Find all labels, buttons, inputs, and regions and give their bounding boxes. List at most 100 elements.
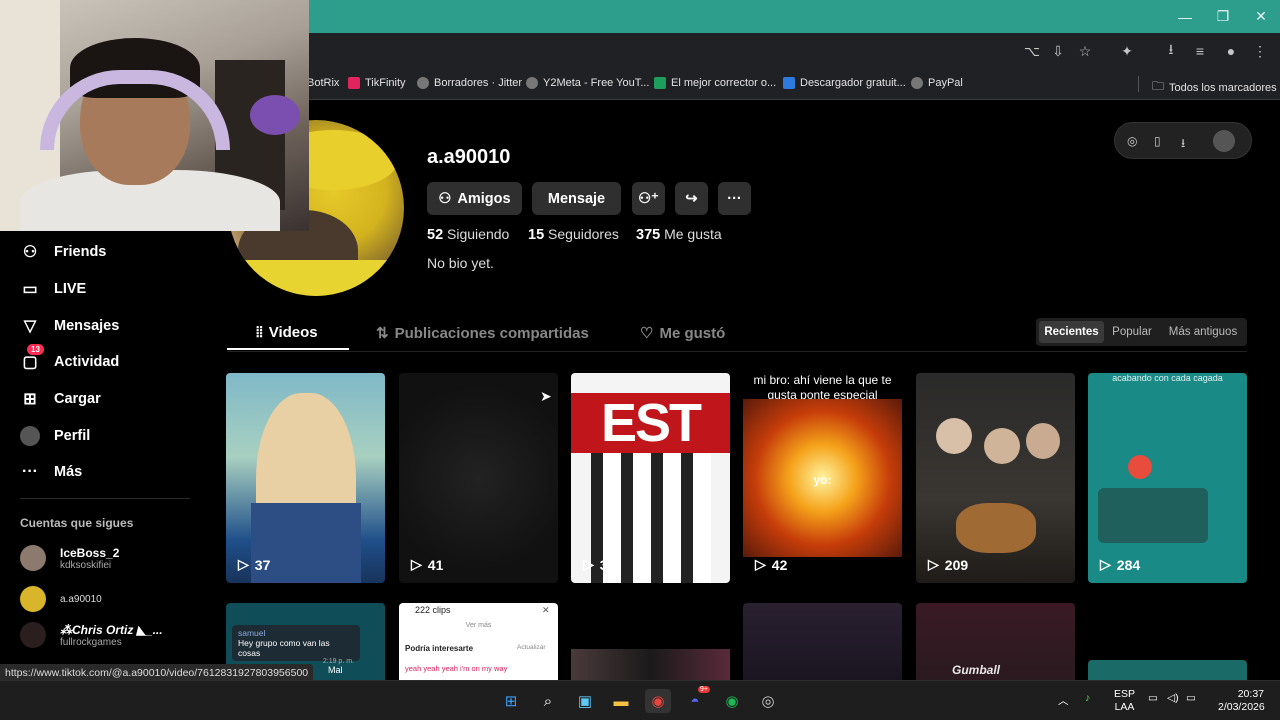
sidebar-item-profile[interactable]: Perfil	[20, 426, 90, 446]
sidebar-item-friends[interactable]: ⚇ Friends	[20, 242, 107, 262]
bookmark-item[interactable]: TikFinity	[348, 77, 406, 89]
sidebar-item-upload[interactable]: ⊞ Cargar	[20, 389, 100, 409]
chrome-icon[interactable]: ◉	[645, 689, 671, 713]
language-indicator[interactable]: ESP LAA	[1114, 688, 1135, 714]
play-count: ▷ 284	[1100, 556, 1141, 573]
video-thumbnail[interactable]: ▷ 209	[916, 373, 1075, 583]
sidebar-item-messages[interactable]: ▽ Mensajes	[20, 316, 119, 336]
avatar[interactable]	[1213, 130, 1235, 152]
profile-username: a.a90010	[427, 146, 511, 168]
video-thumbnail[interactable]: ▷ 37	[226, 373, 385, 583]
messages-icon: ▽	[23, 318, 37, 335]
maximize-button[interactable]: ❐	[1204, 0, 1242, 33]
add-friend-button[interactable]: ⚇⁺	[632, 182, 665, 215]
account-avatar-icon[interactable]: ●	[1221, 41, 1241, 61]
bookmark-item[interactable]: PayPal	[911, 77, 963, 89]
start-windows-icon[interactable]: ⊞	[498, 689, 524, 713]
bookmark-item[interactable]: El mejor corrector o...	[654, 77, 776, 89]
bookmark-item[interactable]: Borradores · Jitter	[417, 77, 522, 89]
clock[interactable]: 20:37 2/03/2026	[1218, 688, 1265, 714]
following-item[interactable]: IceBoss_2 kdksoskifiei	[20, 545, 119, 571]
message-button[interactable]: Mensaje	[532, 182, 621, 215]
chat-bubble: samuel Hey grupo como van las cosas 2:19…	[232, 625, 360, 665]
video-thumbnail[interactable]	[1088, 660, 1247, 680]
play-icon: ▷	[583, 556, 594, 572]
share-button[interactable]: ↪	[675, 182, 708, 215]
download-icon[interactable]: ⭳	[1181, 134, 1185, 155]
person-shape	[936, 418, 972, 454]
all-bookmarks-button[interactable]: 🗀 Todos los marcadores	[1152, 77, 1277, 98]
video-thumbnail[interactable]: ▷ 41	[399, 373, 558, 583]
sidebar-item-live[interactable]: ▭ LIVE	[20, 279, 86, 299]
video-thumbnail[interactable]	[571, 603, 730, 683]
tab-shared-posts[interactable]: ⇅ Publicaciones compartidas	[376, 324, 589, 343]
translate-icon[interactable]: ⌥	[1022, 41, 1042, 61]
clips-more: Ver más	[465, 622, 492, 629]
shirt-shape	[228, 260, 404, 296]
tab-liked[interactable]: ♡ Me gustó	[640, 324, 725, 343]
following-item[interactable]: ⁂Chris Ortiz ◣_... fullrockgames	[20, 622, 163, 648]
followers-stat[interactable]: 15 Seguidores	[528, 226, 619, 243]
play-icon: ▷	[928, 556, 939, 572]
following-name: IceBoss_2	[60, 545, 120, 560]
network-icon[interactable]: ▭	[1148, 692, 1158, 704]
sidebar-item-label: Perfil	[54, 428, 91, 444]
speed-icon[interactable]: ◎	[1127, 134, 1137, 148]
browser-menu-icon[interactable]: ⋮	[1250, 41, 1270, 61]
active-tab-underline	[227, 348, 349, 350]
sidebar-item-label: Actividad	[54, 354, 120, 370]
sort-oldest-button[interactable]: Más antiguos	[1162, 321, 1244, 343]
sidebar-item-more[interactable]: ··· Más	[20, 462, 82, 482]
clips-label: Podría interesarte	[405, 644, 474, 653]
video-thumbnail[interactable]	[743, 603, 902, 683]
windows-taskbar: ⊞ ⌕ ▣ ▬ ◉ ◓ 9+ ◉ ◎ ︿ ♪ ESP LAA ▭ ◁) ▭ 20:3…	[0, 680, 1280, 720]
tab-videos[interactable]: ⦙⦙ Videos	[256, 324, 318, 341]
volume-icon[interactable]: ◁)	[1167, 692, 1179, 704]
bookmark-item[interactable]: Descargador gratuit...	[783, 77, 906, 89]
app-icon[interactable]: ◎	[755, 689, 781, 713]
video-thumbnail[interactable]: Gumball	[916, 603, 1075, 683]
video-thumbnail[interactable]: EST ▷ 39	[571, 373, 730, 583]
spotify-icon[interactable]: ◉	[719, 689, 745, 713]
battery-icon[interactable]: ▭	[1186, 692, 1196, 704]
headphones-shape	[40, 70, 230, 150]
avatar	[20, 586, 46, 612]
bookmark-star-icon[interactable]: ☆	[1075, 41, 1095, 61]
play-count: ▷ 209	[928, 556, 969, 573]
media-control-icon[interactable]: ≡	[1190, 41, 1210, 61]
following-handle: a.a90010	[60, 593, 102, 605]
minimize-button[interactable]: —	[1166, 0, 1204, 33]
following-stat[interactable]: 52 Siguiendo	[427, 226, 509, 243]
sort-recent-button[interactable]: Recientes	[1039, 321, 1104, 343]
guitar-shape	[956, 503, 1036, 553]
bookmark-item[interactable]: Y2Meta - Free YouT...	[526, 77, 649, 89]
globe-icon	[417, 77, 429, 89]
profile-bio: No bio yet.	[427, 255, 494, 271]
bookmark-item[interactable]: BotRix	[307, 77, 339, 89]
user-icon: ⚇	[438, 190, 452, 207]
discord-badge: 9+	[698, 686, 710, 693]
video-thumbnail[interactable]: acabando con cada cagada ▷ 284	[1088, 373, 1247, 583]
video-thumbnail[interactable]: mi bro: ahí viene la que te gusta ponte …	[743, 373, 902, 583]
sidebar-item-activity[interactable]: ▢ 13 Actividad	[20, 344, 120, 372]
friends-button[interactable]: ⚇ Amigos	[427, 182, 522, 215]
video-thumbnail[interactable]: 222 clips ✕ Ver más Podría interesarte A…	[399, 603, 558, 683]
discord-icon[interactable]: ◓ 9+	[682, 686, 710, 713]
close-button[interactable]: ✕	[1242, 0, 1280, 33]
extensions-icon[interactable]: ✦	[1117, 41, 1137, 61]
downloads-icon[interactable]: ⭳	[1161, 41, 1181, 61]
store-icon[interactable]: ▣	[572, 689, 598, 713]
install-app-icon[interactable]: ⇩	[1048, 41, 1068, 61]
following-item[interactable]: a.a90010	[20, 586, 102, 612]
microphone-icon[interactable]: ♪	[1085, 692, 1090, 704]
avatar	[20, 545, 46, 571]
chat-bubble-shape	[1098, 488, 1208, 543]
tray-chevron-icon[interactable]: ︿	[1058, 693, 1069, 708]
sort-popular-button[interactable]: Popular	[1106, 321, 1158, 343]
device-icon[interactable]: ▯	[1154, 134, 1161, 148]
following-title: Cuentas que sigues	[20, 516, 134, 530]
person-shape	[1026, 423, 1060, 459]
file-explorer-icon[interactable]: ▬	[608, 689, 634, 713]
search-icon[interactable]: ⌕	[535, 689, 561, 713]
more-options-button[interactable]: ···	[718, 182, 751, 215]
